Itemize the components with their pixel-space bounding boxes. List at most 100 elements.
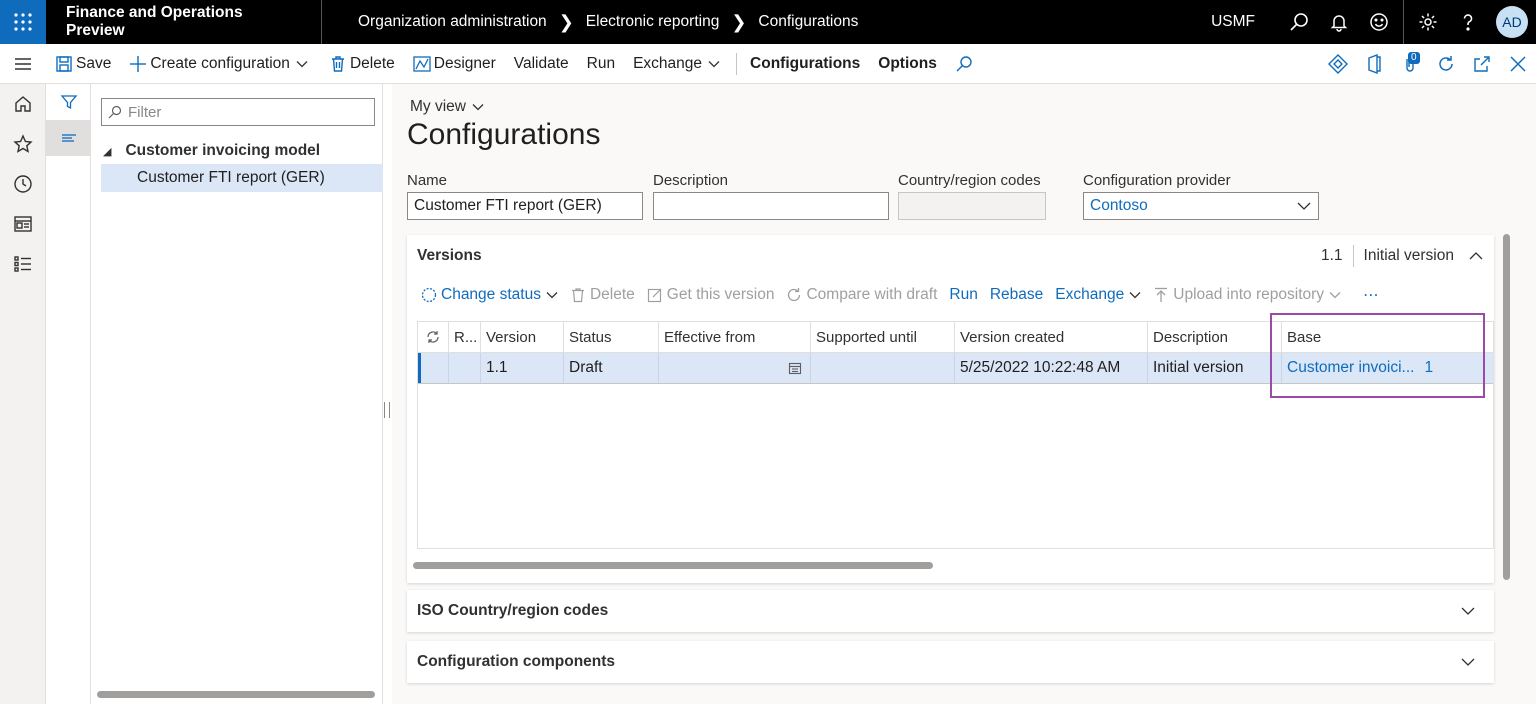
- view-selector[interactable]: My view: [410, 98, 484, 116]
- breadcrumb-item[interactable]: Configurations: [758, 13, 858, 31]
- help-button[interactable]: [1448, 0, 1488, 44]
- tab-options[interactable]: Options: [869, 44, 946, 84]
- column-header-version[interactable]: Version: [481, 322, 564, 352]
- compare-with-draft-button[interactable]: Compare with draft: [780, 286, 943, 304]
- left-navigation: [0, 84, 46, 704]
- nav-modules[interactable]: [0, 244, 46, 284]
- name-input[interactable]: Customer FTI report (GER): [407, 192, 643, 220]
- get-this-version-label: Get this version: [666, 286, 775, 303]
- delete-button[interactable]: Delete: [320, 44, 404, 84]
- grid-horizontal-scrollbar[interactable]: [413, 562, 933, 569]
- app-title[interactable]: Finance and Operations Preview: [46, 0, 322, 44]
- exchange-button[interactable]: Exchange: [624, 44, 732, 84]
- help-icon: [1463, 14, 1473, 31]
- create-configuration-button[interactable]: Create configuration: [120, 44, 320, 84]
- chevron-up-icon[interactable]: [1468, 248, 1484, 264]
- designer-button[interactable]: Designer: [404, 44, 505, 84]
- configuration-components-fasttab[interactable]: Configuration components: [407, 641, 1494, 683]
- base-version-link[interactable]: 1: [1424, 359, 1433, 377]
- column-header-effective-from[interactable]: Effective from: [659, 322, 811, 352]
- grid-header-row: R... Version Status Effective from Suppo…: [418, 322, 1493, 353]
- description-label: Description: [653, 172, 729, 189]
- avatar[interactable]: AD: [1496, 6, 1528, 38]
- refresh-grid-button[interactable]: [418, 322, 449, 352]
- get-this-version-button[interactable]: Get this version: [641, 286, 781, 304]
- pane-splitter[interactable]: [384, 402, 390, 418]
- filter-input[interactable]: [128, 103, 358, 121]
- top-navigation-bar: Finance and Operations Preview Organizat…: [0, 0, 1536, 44]
- cell-base[interactable]: Customer invoici... 1: [1282, 353, 1492, 383]
- hamburger-icon: [15, 57, 31, 70]
- trash-icon: [571, 288, 584, 303]
- table-row[interactable]: 1.1 Draft 5/25/2022 10:22:48 AM Initial …: [418, 353, 1493, 384]
- upload-into-repository-label: Upload into repository: [1173, 286, 1325, 303]
- breadcrumb-item[interactable]: Organization administration: [358, 13, 547, 31]
- cell-effective-from[interactable]: [659, 353, 811, 383]
- row-selector[interactable]: [418, 353, 449, 383]
- refresh-icon: [427, 331, 439, 343]
- tree-node-selected[interactable]: Customer FTI report (GER): [101, 164, 383, 192]
- rebase-button[interactable]: Rebase: [984, 286, 1049, 304]
- nav-recent[interactable]: [0, 164, 46, 204]
- company-picker[interactable]: USMF: [1211, 13, 1255, 31]
- app-launcher-button[interactable]: [0, 0, 46, 44]
- validate-button[interactable]: Validate: [505, 44, 578, 84]
- search-icon: [1290, 13, 1308, 31]
- more-options-button[interactable]: ⋯: [1357, 286, 1385, 305]
- list-view-button[interactable]: [46, 120, 91, 156]
- power-apps-button[interactable]: [1320, 44, 1356, 84]
- horizontal-scrollbar[interactable]: [97, 691, 375, 698]
- column-header-supported-until[interactable]: Supported until: [811, 322, 955, 352]
- configuration-tree: ◢ Customer invoicing model Customer FTI …: [91, 84, 383, 704]
- column-header-status[interactable]: Status: [564, 322, 659, 352]
- vertical-scrollbar[interactable]: [1503, 234, 1510, 580]
- tab-configurations[interactable]: Configurations: [741, 44, 869, 84]
- nav-workspaces[interactable]: [0, 204, 46, 244]
- base-configuration-link[interactable]: Customer invoici...: [1287, 359, 1414, 377]
- column-header-base[interactable]: Base: [1282, 322, 1492, 352]
- feedback-button[interactable]: [1359, 0, 1399, 44]
- iso-country-region-codes-fasttab[interactable]: ISO Country/region codes: [407, 590, 1494, 632]
- column-header-version-created[interactable]: Version created: [955, 322, 1148, 352]
- notifications-button[interactable]: [1319, 0, 1359, 44]
- workspace-icon: [14, 216, 32, 232]
- calendar-icon[interactable]: [788, 361, 802, 375]
- filter-field[interactable]: [101, 98, 375, 126]
- cell-supported-until[interactable]: [811, 353, 955, 383]
- cell-version[interactable]: 1.1: [481, 353, 564, 383]
- office-button[interactable]: [1356, 44, 1392, 84]
- configuration-provider-value: Contoso: [1090, 197, 1148, 214]
- save-button[interactable]: Save: [46, 44, 120, 84]
- chevron-right-icon: ❯: [731, 11, 747, 32]
- expand-triangle-icon[interactable]: ◢: [103, 145, 111, 158]
- filter-toggle-button[interactable]: [46, 84, 91, 120]
- versions-header[interactable]: Versions 1.1 Initial version: [407, 235, 1494, 277]
- version-run-button[interactable]: Run: [943, 286, 983, 304]
- star-icon: [13, 134, 33, 153]
- notification-badge: 0: [1408, 51, 1420, 64]
- action-search-button[interactable]: [946, 44, 985, 84]
- navigation-menu-button[interactable]: [0, 44, 46, 84]
- search-button[interactable]: [1279, 0, 1319, 44]
- upload-into-repository-button[interactable]: Upload into repository: [1147, 286, 1347, 304]
- cell-status[interactable]: Draft: [564, 353, 659, 383]
- cell-description[interactable]: Initial version: [1148, 353, 1282, 383]
- column-header-r[interactable]: R...: [449, 322, 481, 352]
- tree-node-root[interactable]: ◢ Customer invoicing model: [101, 137, 383, 165]
- nav-favorites[interactable]: [0, 124, 46, 164]
- version-exchange-button[interactable]: Exchange: [1049, 286, 1147, 304]
- breadcrumb-item[interactable]: Electronic reporting: [586, 13, 720, 31]
- description-input[interactable]: [653, 192, 889, 220]
- column-header-description[interactable]: Description: [1148, 322, 1282, 352]
- close-button[interactable]: [1500, 44, 1536, 84]
- refresh-button[interactable]: [1428, 44, 1464, 84]
- open-new-window-button[interactable]: [1464, 44, 1500, 84]
- run-button[interactable]: Run: [578, 44, 624, 84]
- settings-button[interactable]: [1408, 0, 1448, 44]
- configuration-provider-select[interactable]: Contoso: [1083, 192, 1319, 220]
- attachments-button[interactable]: 0: [1392, 44, 1428, 84]
- change-status-button[interactable]: Change status: [415, 286, 564, 304]
- version-delete-button[interactable]: Delete: [564, 286, 641, 304]
- chevron-down-icon: [472, 104, 484, 111]
- nav-home[interactable]: [0, 84, 46, 124]
